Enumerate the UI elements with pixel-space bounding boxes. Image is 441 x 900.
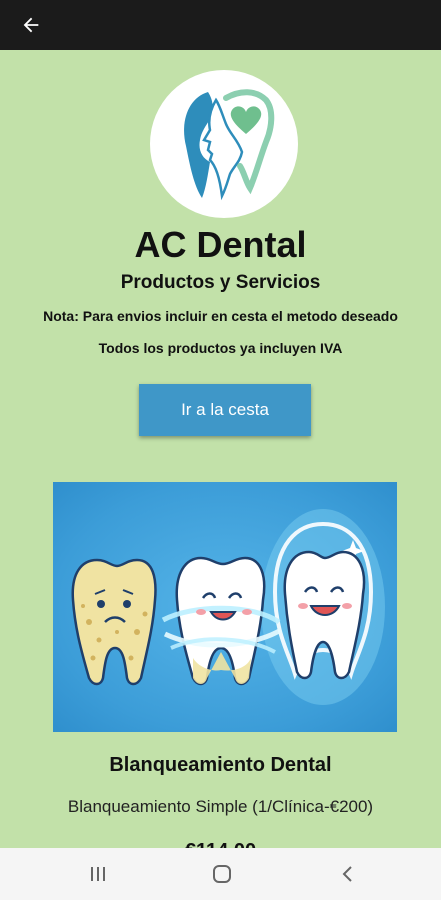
recents-button[interactable]: [84, 860, 112, 888]
arrow-left-icon: [23, 17, 39, 33]
main-content: AC Dental Productos y Servicios Nota: Pa…: [0, 50, 441, 848]
product-price: €114,00: [0, 840, 441, 848]
back-button[interactable]: [14, 8, 48, 42]
product-description: Blanqueamiento Simple (1/Clínica-€200): [67, 797, 374, 816]
chevron-left-icon: [342, 866, 352, 882]
product-image[interactable]: [53, 482, 397, 732]
brand-title: AC Dental: [134, 224, 307, 265]
tooth-face-heart-logo: [184, 89, 275, 201]
shipping-note: Nota: Para envios incluir en cesta el me…: [43, 308, 398, 324]
home-button[interactable]: [208, 860, 236, 888]
iva-note: Todos los productos ya incluyen IVA: [98, 340, 343, 356]
go-to-cart-button[interactable]: Ir a la cesta: [139, 384, 311, 436]
brand-logo: [150, 70, 298, 218]
system-back-button[interactable]: [334, 860, 362, 888]
product-name: Blanqueamiento Dental: [109, 754, 332, 776]
recents-icon: [91, 867, 105, 881]
top-app-bar: [0, 0, 441, 50]
home-icon: [213, 865, 231, 883]
teeth-whitening-illustration: [71, 509, 385, 705]
system-navigation-bar: [0, 848, 441, 900]
brand-subtitle: Productos y Servicios: [120, 272, 321, 293]
